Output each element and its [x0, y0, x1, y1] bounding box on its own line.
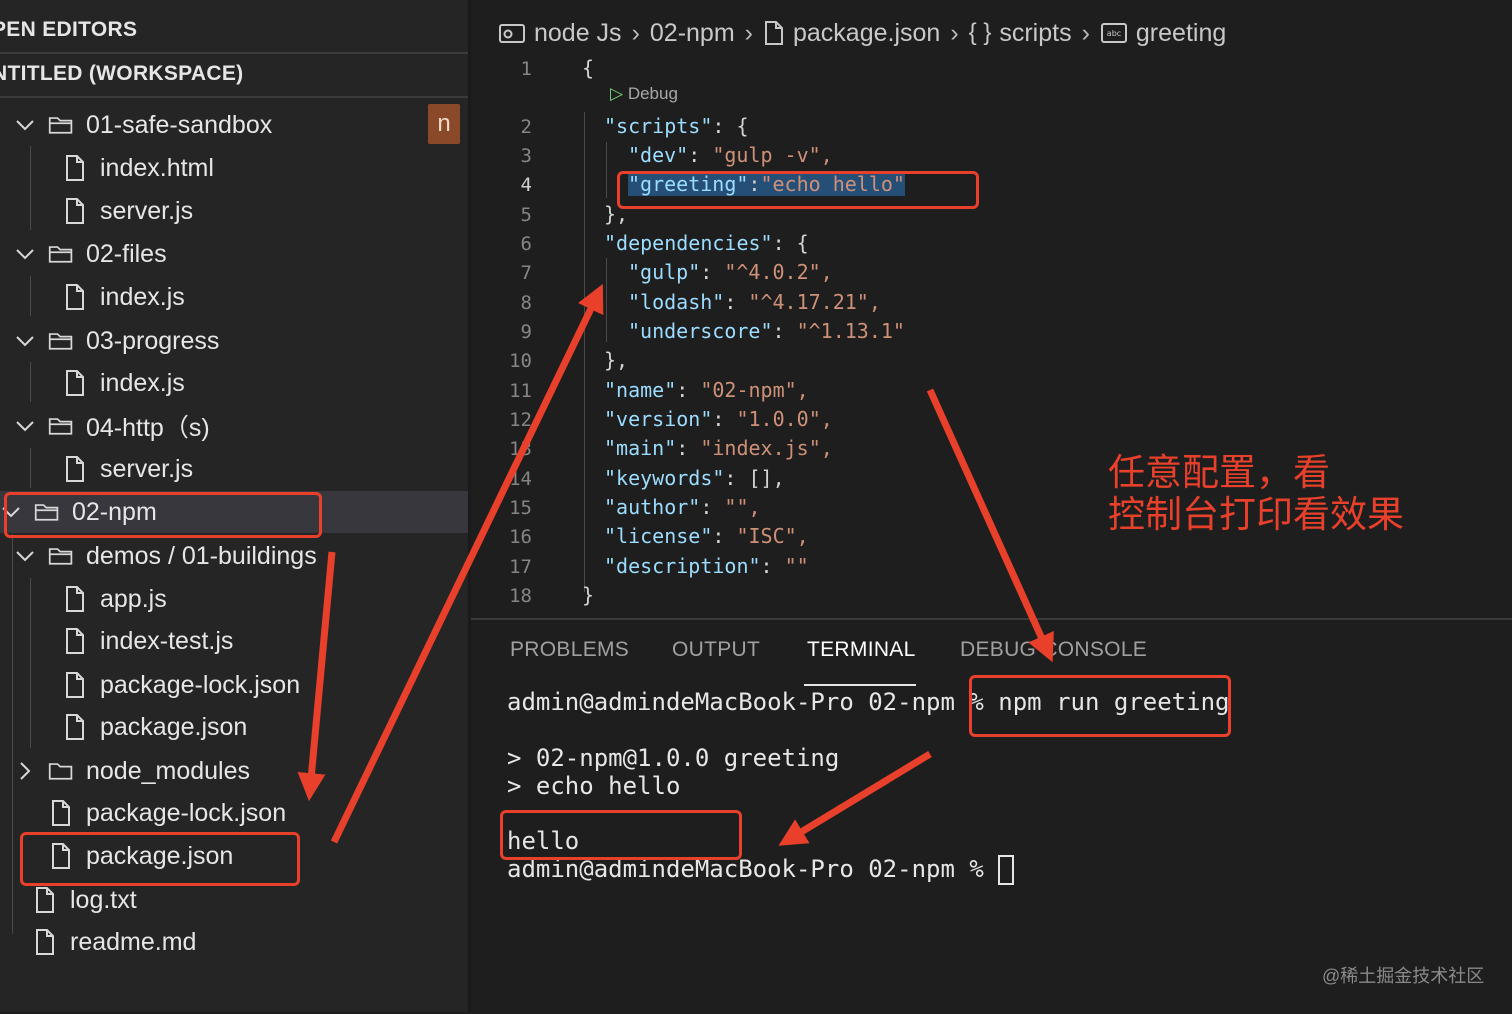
arrow-down-sidebar [297, 551, 336, 802]
arrow-to-code [330, 283, 604, 844]
arrow-to-result [778, 751, 932, 846]
watermark: @稀土掘金技术社区 [1322, 966, 1485, 986]
annotation-note: 任意配置，看 控制台打印看效果 [1108, 452, 1404, 535]
arrow-to-terminal [926, 388, 1054, 663]
